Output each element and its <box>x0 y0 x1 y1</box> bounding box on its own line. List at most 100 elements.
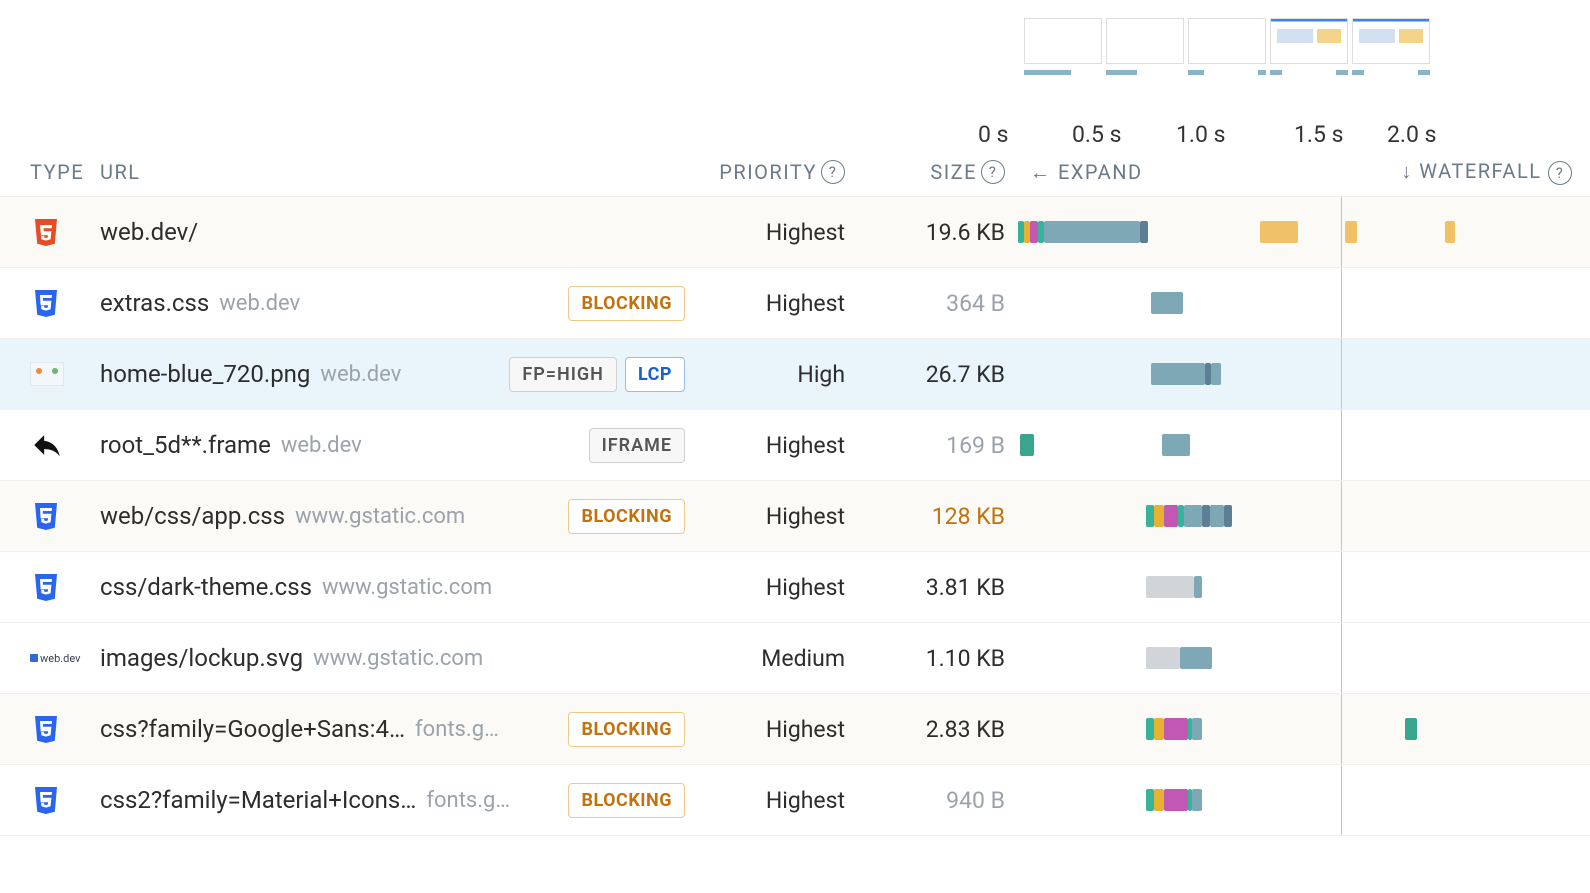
cell-waterfall[interactable] <box>1005 481 1572 551</box>
waterfall-segment <box>1154 718 1164 740</box>
waterfall-segment <box>1164 505 1178 527</box>
arrow-left-icon: ← <box>1030 160 1052 184</box>
cell-type <box>30 784 100 816</box>
waterfall-segment <box>1154 789 1164 811</box>
timeline-label: 2.0 s <box>1387 121 1437 148</box>
waterfall-segment <box>1030 221 1038 243</box>
lcp-badge: LCP <box>625 357 685 392</box>
header-url: URL <box>100 160 685 184</box>
waterfall-segment <box>1146 647 1180 669</box>
timeline-labels: 0 s0.5 s1.0 s1.5 s2.0 s <box>0 118 1590 148</box>
cell-size: 26.7 KB <box>845 361 1005 388</box>
cell-priority: Highest <box>685 787 845 814</box>
cell-type <box>30 216 100 248</box>
waterfall-marker <box>1341 197 1342 267</box>
timeline-label: 1.5 s <box>1294 121 1344 148</box>
waterfall-segment <box>1224 505 1232 527</box>
cell-waterfall[interactable] <box>1005 552 1572 622</box>
help-icon[interactable]: ? <box>1548 161 1572 185</box>
cell-priority: Highest <box>685 503 845 530</box>
cell-waterfall[interactable] <box>1005 339 1572 409</box>
cell-size: 2.83 KB <box>845 716 1005 743</box>
badge-group: BLOCKING <box>568 499 685 534</box>
header-size[interactable]: SIZE ? <box>845 160 1005 184</box>
request-row[interactable]: web.dev/Highest19.6 KB <box>0 197 1590 268</box>
waterfall-segment <box>1154 505 1164 527</box>
webdev-logo-icon: web.dev <box>30 652 80 665</box>
waterfall-marker <box>1341 694 1342 764</box>
cell-size: 940 B <box>845 787 1005 814</box>
cell-waterfall[interactable] <box>1005 410 1572 480</box>
waterfall-header[interactable]: ↓ WATERFALL ? <box>1401 159 1572 186</box>
cell-size: 1.10 KB <box>845 645 1005 672</box>
cell-type: web.dev <box>30 652 100 665</box>
help-icon[interactable]: ? <box>821 160 845 184</box>
blocking-badge: BLOCKING <box>568 783 685 818</box>
timeline-label: 1.0 s <box>1176 121 1226 148</box>
request-row[interactable]: css/dark-theme.csswww.gstatic.comHighest… <box>0 552 1590 623</box>
expand-button[interactable]: ← EXPAND <box>1030 160 1143 185</box>
cell-waterfall[interactable] <box>1005 197 1572 267</box>
cell-priority: Highest <box>685 290 845 317</box>
url-host: www.gstatic.com <box>322 575 492 600</box>
css-icon <box>30 287 62 319</box>
cell-waterfall[interactable] <box>1005 694 1572 764</box>
cell-type <box>30 287 100 319</box>
cell-waterfall[interactable] <box>1005 268 1572 338</box>
waterfall-segment <box>1405 718 1417 740</box>
request-row[interactable]: root_5d**.frameweb.devIFRAMEHighest169 B <box>0 410 1590 481</box>
cell-url: extras.cssweb.devBLOCKING <box>100 286 685 321</box>
request-row[interactable]: extras.cssweb.devBLOCKINGHighest364 B <box>0 268 1590 339</box>
cell-url: web/css/app.css www.gstatic.com BLOCKING <box>100 499 685 534</box>
cell-url: images/lockup.svgwww.gstatic.com <box>100 644 685 672</box>
waterfall-marker <box>1341 552 1342 622</box>
filmstrip-thumb[interactable] <box>1106 18 1184 64</box>
iframe-badge: IFRAME <box>589 428 685 463</box>
request-row[interactable]: web.dev images/lockup.svgwww.gstatic.com… <box>0 623 1590 694</box>
filmstrip-thumb[interactable] <box>1024 18 1102 64</box>
url-path: css?family=Google+Sans:4… <box>100 715 405 743</box>
waterfall-segment <box>1192 718 1202 740</box>
url-host: www.gstatic.com <box>295 504 465 529</box>
cell-type <box>30 500 100 532</box>
request-row[interactable]: home-blue_720.pngweb.devFP=HIGHLCPHigh26… <box>0 339 1590 410</box>
filmstrip-thumb[interactable] <box>1188 18 1266 64</box>
help-icon[interactable]: ? <box>981 160 1005 184</box>
waterfall-marker <box>1341 623 1342 693</box>
cell-waterfall[interactable] <box>1005 765 1572 835</box>
request-row[interactable]: css?family=Google+Sans:4… fonts.g… BLOCKIN… <box>0 694 1590 765</box>
cell-type <box>30 362 100 386</box>
url-host: fonts.g… <box>426 788 510 813</box>
waterfall-segment <box>1260 221 1298 243</box>
badge-group: BLOCKING <box>568 712 685 747</box>
request-row[interactable]: web/css/app.css www.gstatic.com BLOCKINGHi… <box>0 481 1590 552</box>
url-host: fonts.g… <box>415 717 499 742</box>
url-path: css/dark-theme.css <box>100 573 312 601</box>
url-host: web.dev <box>219 291 300 316</box>
url-path: root_5d**.frame <box>100 431 271 459</box>
header-priority[interactable]: PRIORITY ? <box>685 160 845 184</box>
url-path: web/css/app.css <box>100 502 285 530</box>
cell-url: web.dev/ <box>100 218 685 246</box>
badge-group: FP=HIGHLCP <box>509 357 685 392</box>
url-host: web.dev <box>320 362 401 387</box>
cell-size: 169 B <box>845 432 1005 459</box>
url-path: css2?family=Material+Icons… <box>100 786 416 814</box>
waterfall-segment <box>1192 789 1202 811</box>
cell-priority: Medium <box>685 645 845 672</box>
css-icon <box>30 571 62 603</box>
url-path: images/lockup.svg <box>100 644 303 672</box>
badge-group: IFRAME <box>589 428 685 463</box>
cell-waterfall[interactable] <box>1005 623 1572 693</box>
css-icon <box>30 784 62 816</box>
request-row[interactable]: css2?family=Material+Icons… fonts.g… BLOCK… <box>0 765 1590 836</box>
image-icon <box>30 362 64 386</box>
filmstrip-thumb[interactable] <box>1270 18 1348 64</box>
waterfall-segment <box>1044 221 1140 243</box>
filmstrip-thumbs <box>1024 18 1430 64</box>
filmstrip-thumb[interactable] <box>1352 18 1430 64</box>
waterfall-segment <box>1151 363 1205 385</box>
waterfall-segment <box>1146 505 1154 527</box>
waterfall-segment <box>1164 718 1188 740</box>
waterfall-marker <box>1341 410 1342 480</box>
